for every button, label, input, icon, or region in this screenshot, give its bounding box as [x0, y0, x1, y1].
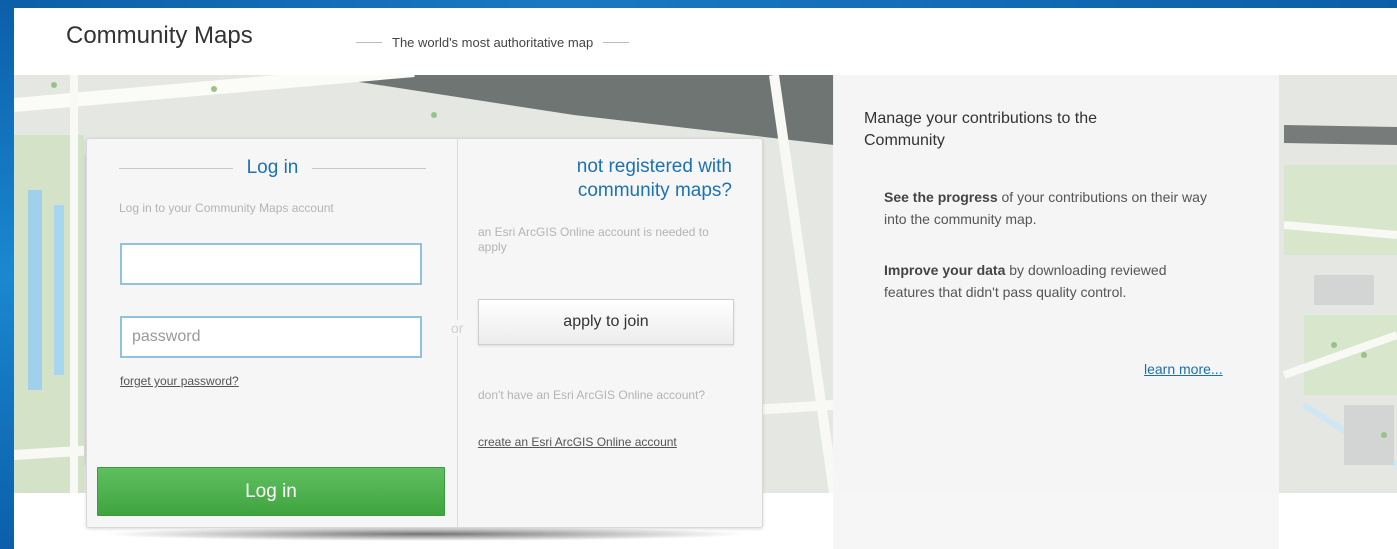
tagline-divider-left [356, 42, 382, 43]
info-panel: Manage your contributions to the Communi… [833, 75, 1279, 549]
login-heading: Log in [246, 157, 299, 178]
card-shadow [100, 527, 750, 541]
register-heading-line2: community maps? [577, 180, 732, 201]
page-header: Community Maps The world's most authorit… [14, 8, 1397, 75]
apply-to-join-button[interactable]: apply to join [478, 299, 734, 345]
register-requirement-text: an Esri ArcGIS Online account is needed … [478, 225, 709, 254]
login-heading-rule-right [312, 167, 426, 169]
no-account-text: don't have an Esri ArcGIS Online account… [478, 388, 706, 402]
info-improve-text: Improve your data by downloading reviewe… [884, 259, 1214, 303]
info-progress-bold: See the progress [884, 189, 998, 205]
login-heading-rule-left [119, 167, 233, 169]
or-separator: or [449, 320, 466, 336]
learn-more-link[interactable]: learn more... [1144, 361, 1223, 377]
info-heading: Manage your contributions to the Communi… [864, 110, 1098, 149]
app-title: Community Maps [66, 22, 253, 49]
info-improve-bold: Improve your data [884, 262, 1006, 278]
tagline-divider-right [603, 42, 630, 43]
login-button[interactable]: Log in [97, 467, 445, 516]
password-input[interactable] [120, 316, 422, 358]
register-heading: not registered with community maps? [467, 155, 732, 203]
forgot-password-link[interactable]: forget your password? [120, 374, 239, 388]
register-heading-line1: not registered with [576, 156, 732, 177]
login-card: Log in Log in to your Community Maps acc… [86, 138, 763, 528]
login-heading-container: Log in [119, 157, 426, 179]
tagline-container: The world's most authoritative map [356, 35, 630, 50]
create-account-link[interactable]: create an Esri ArcGIS Online account [478, 435, 677, 449]
tagline: The world's most authoritative map [392, 35, 594, 50]
left-border [0, 0, 14, 549]
login-subtitle: Log in to your Community Maps account [119, 201, 334, 215]
info-progress-text: See the progress of your contributions o… [884, 186, 1214, 230]
username-input[interactable] [120, 243, 422, 285]
top-border [0, 0, 1397, 8]
